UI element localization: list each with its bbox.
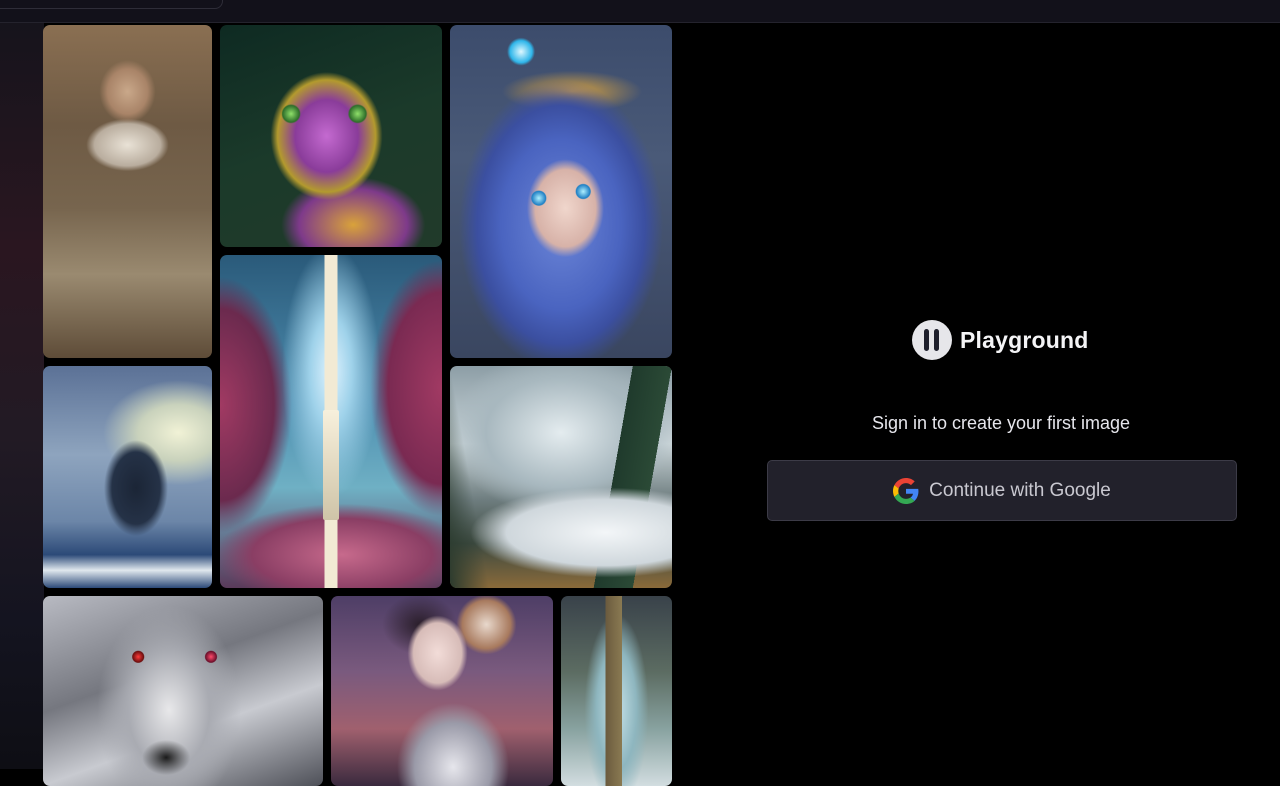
- gallery-image-girl[interactable]: [450, 25, 672, 358]
- image-art: [450, 25, 672, 358]
- gallery-image-wolf[interactable]: [43, 596, 323, 786]
- image-art: [561, 596, 672, 786]
- sign-in-prompt: Sign in to create your first image: [871, 413, 1131, 433]
- continue-with-google-button[interactable]: Continue with Google: [767, 460, 1237, 521]
- logo-bar-left: [924, 329, 929, 351]
- image-art: [43, 596, 323, 786]
- google-g-icon: [893, 477, 919, 504]
- image-art: [220, 25, 442, 247]
- image-art: [450, 366, 672, 588]
- logo-bar-right: [934, 329, 939, 351]
- brand-header: Playground: [912, 320, 1089, 360]
- lighthouse-tower: [323, 410, 339, 520]
- gallery-image-old-man[interactable]: [43, 25, 212, 358]
- gallery-image-robot-girl[interactable]: [331, 596, 553, 786]
- gallery-image-winter[interactable]: [450, 366, 672, 588]
- brand-name: Playground: [960, 326, 1089, 353]
- image-art: [331, 596, 553, 786]
- playground-logo-icon: [912, 320, 952, 360]
- gallery-image-ship[interactable]: [43, 366, 212, 588]
- image-gallery: [0, 0, 680, 786]
- gallery-image-lighthouse[interactable]: [220, 255, 442, 588]
- gallery-image-jar[interactable]: [561, 596, 672, 786]
- image-art: [43, 366, 212, 588]
- gallery-image-cat[interactable]: [220, 25, 442, 247]
- gallery-left-background: [0, 23, 44, 769]
- sign-in-panel: Playground Sign in to create your first …: [680, 23, 1280, 769]
- image-art: [43, 25, 212, 358]
- google-button-label: Continue with Google: [929, 479, 1111, 501]
